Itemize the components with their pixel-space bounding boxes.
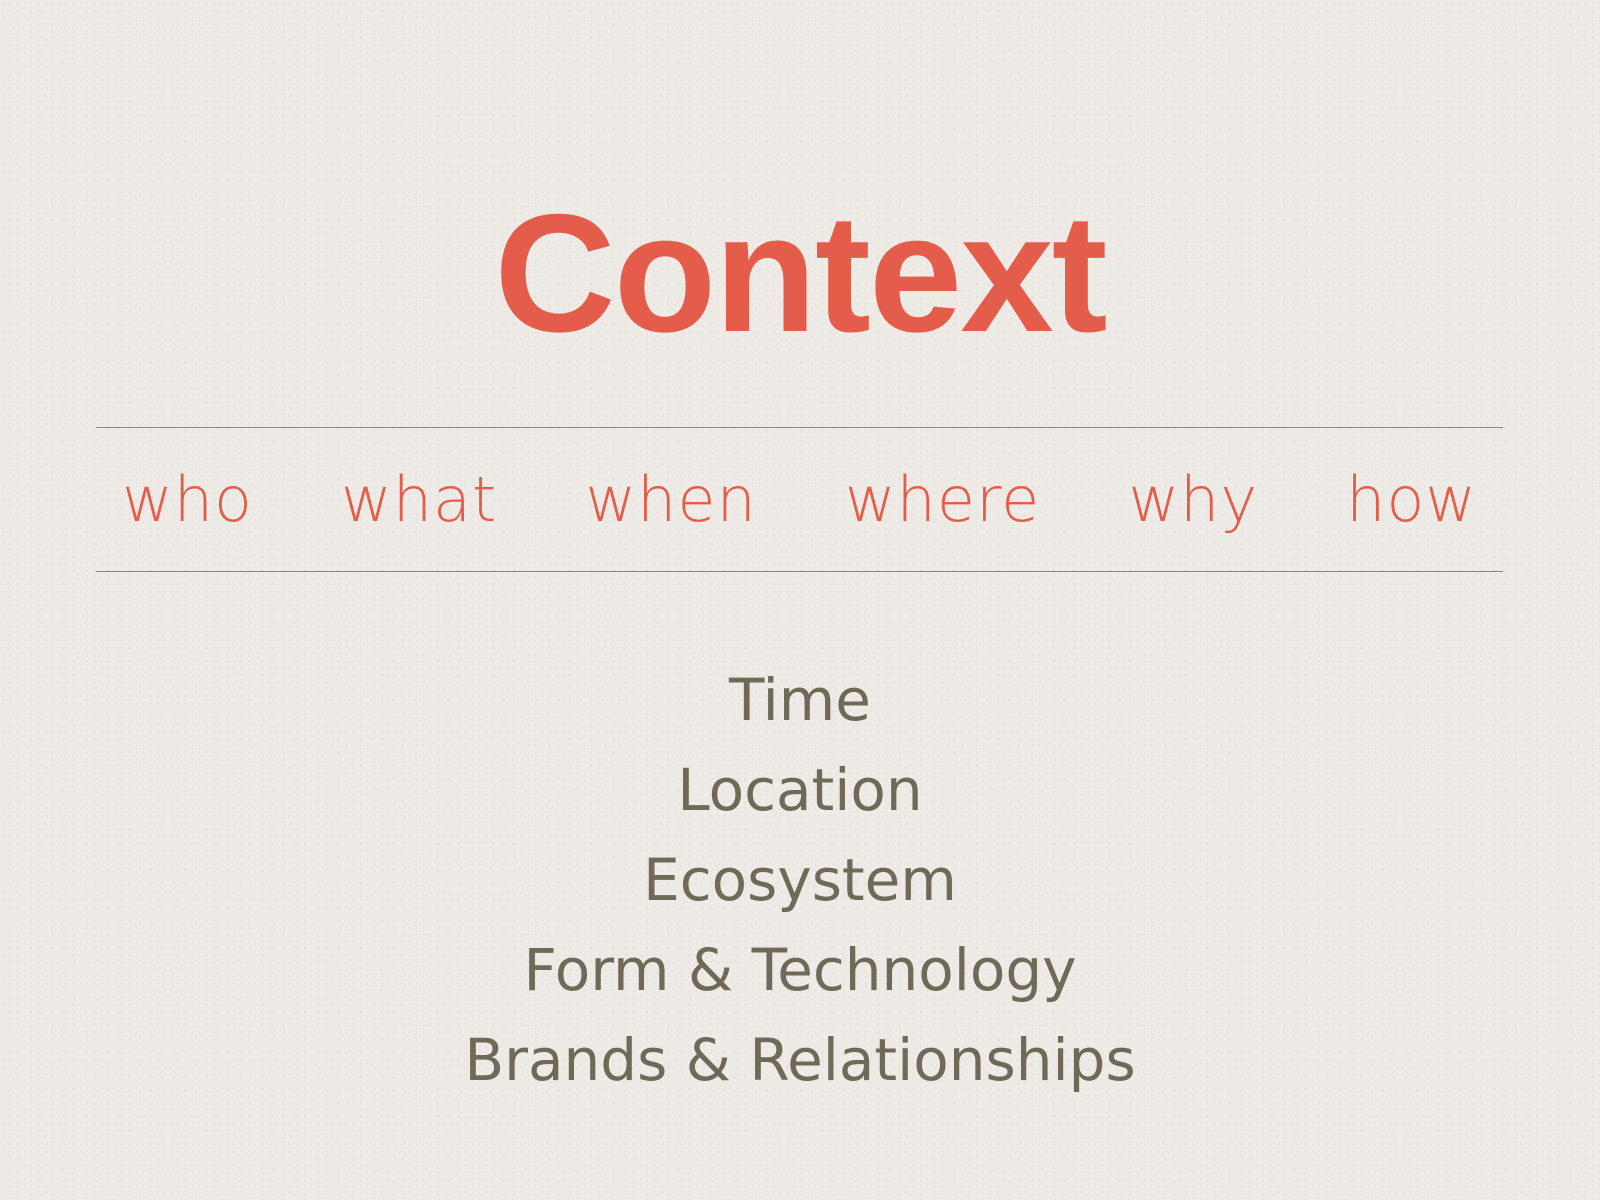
question-when: when [585,463,757,536]
context-item-brands-relationships: Brands & Relationships [464,1026,1136,1094]
question-what: what [340,463,498,536]
question-who: who [122,463,253,536]
context-item-ecosystem: Ecosystem [643,846,957,914]
context-item-location: Location [677,756,923,824]
slide-title: Context [494,179,1107,367]
question-where: where [844,463,1041,536]
bottom-divider [96,571,1503,572]
context-item-form-technology: Form & Technology [523,936,1077,1004]
context-items-list: Time Location Ecosystem Form & Technolog… [0,655,1600,1105]
top-divider [96,427,1503,428]
question-words-row: who what when where why how [96,458,1503,542]
context-item-time: Time [729,666,871,734]
question-how: how [1346,463,1477,536]
question-why: why [1128,463,1259,536]
